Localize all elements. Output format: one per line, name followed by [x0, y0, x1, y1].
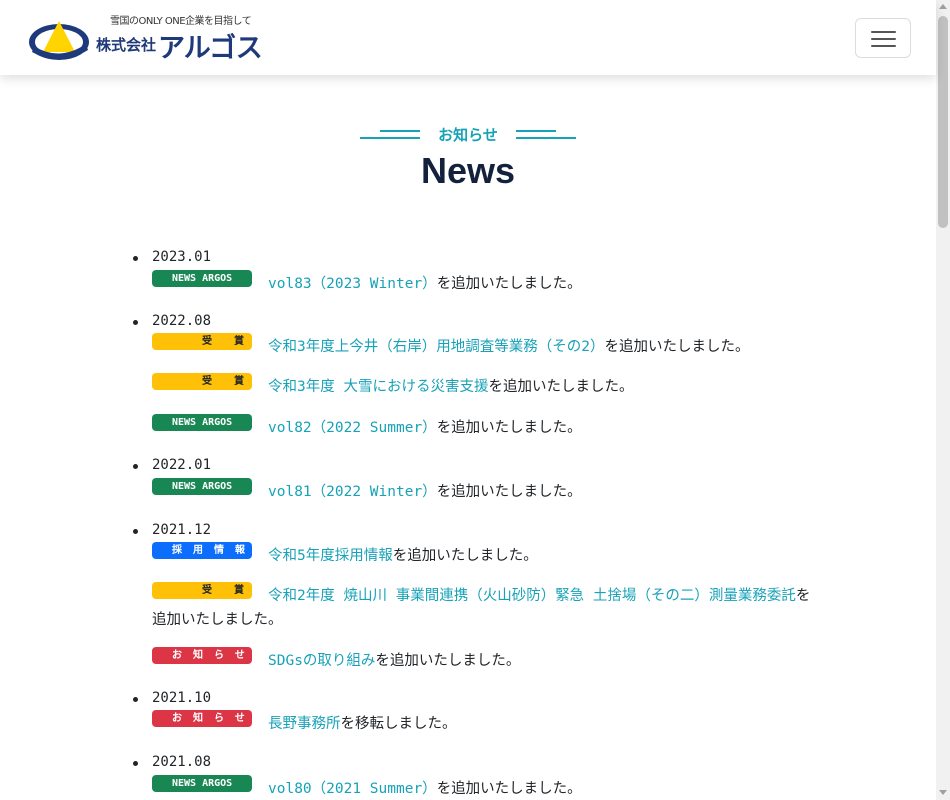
- scroll-down-arrow-icon[interactable]: [939, 790, 947, 795]
- news-link[interactable]: vol83（2023 Winter）: [268, 276, 437, 292]
- scroll-up-arrow-icon[interactable]: [939, 4, 947, 9]
- news-date: 2021.10: [132, 690, 212, 706]
- news-link[interactable]: 令和5年度採用情報: [268, 548, 393, 564]
- category-badge: 受賞: [152, 373, 252, 390]
- category-badge: NEWS ARGOS: [152, 270, 252, 287]
- logo-company: 株式会社: [96, 36, 157, 54]
- news-item: NEWS ARGOS vol82（2022 Summer）を追加いたしました。: [152, 414, 822, 440]
- news-link[interactable]: vol81（2022 Winter）: [268, 484, 437, 500]
- category-badge: 受賞: [152, 333, 252, 350]
- logo-brand: アルゴス: [158, 33, 263, 64]
- news-text: を追加いたしました。: [392, 548, 538, 564]
- news-text: を追加いたしました。: [488, 379, 634, 395]
- logo-mark-icon: [29, 21, 89, 60]
- news-text: を追加いたしました。: [436, 420, 582, 436]
- news-text: を移転しました。: [340, 716, 457, 732]
- navbar: 雪国のONLY ONE企業を目指して 株式会社 アルゴス: [0, 0, 936, 75]
- news-link[interactable]: 長野事務所: [268, 716, 341, 732]
- news-date: 2021.08: [132, 754, 212, 770]
- scrollbar-thumb[interactable]: [938, 16, 948, 228]
- site-logo[interactable]: 雪国のONLY ONE企業を目指して 株式会社 アルゴス: [28, 12, 273, 64]
- news-date: 2021.12: [132, 522, 212, 538]
- category-badge: NEWS ARGOS: [152, 775, 252, 792]
- news-text: を追加いたしました。: [375, 653, 521, 669]
- category-badge: お知らせ: [152, 647, 252, 664]
- news-link[interactable]: vol80（2021 Summer）: [268, 781, 437, 797]
- category-badge: お知らせ: [152, 710, 252, 727]
- section-subtitle: お知らせ: [438, 126, 498, 144]
- section-title: News: [420, 150, 516, 191]
- news-item: お知らせ 長野事務所を移転しました。: [152, 710, 822, 736]
- news-item: 受賞令和2年度 焼山川 事業間連携（火山砂防）緊急 土捨場（その二）測量業務委託…: [152, 582, 822, 632]
- news-date: 2022.01: [132, 457, 212, 473]
- news-item: 受賞令和3年度上今井（右岸）用地調査等業務（その2）を追加いたしました。: [152, 333, 822, 359]
- news-text: を追加いたしました。: [436, 484, 582, 500]
- news-link[interactable]: 令和2年度 焼山川 事業間連携（火山砂防）緊急 土捨場（その二）測量業務委託: [268, 588, 796, 604]
- news-link[interactable]: 令和3年度上今井（右岸）用地調査等業務（その2）: [268, 339, 604, 355]
- category-badge: NEWS ARGOS: [152, 414, 252, 431]
- news-item: お知らせ SDGsの取り組みを追加いたしました。: [152, 647, 822, 673]
- page-scrollbar[interactable]: [936, 0, 950, 800]
- news-date: 2023.01: [132, 249, 212, 265]
- news-item: NEWS ARGOS vol80（2021 Summer）を追加いたしました。: [152, 775, 822, 800]
- news-item: 採用情報 令和5年度採用情報を追加いたしました。: [152, 542, 822, 568]
- news-link[interactable]: 令和3年度 大雪における災害支援: [268, 379, 488, 395]
- news-item: 受賞令和3年度 大雪における災害支援を追加いたしました。: [152, 373, 822, 399]
- hamburger-icon: [871, 31, 896, 33]
- logo-tagline: 雪国のONLY ONE企業を目指して: [110, 16, 252, 27]
- news-link[interactable]: SDGsの取り組み: [268, 653, 375, 669]
- news-link[interactable]: vol82（2022 Summer）: [268, 420, 437, 436]
- news-text: を追加いたしました。: [604, 339, 750, 355]
- category-badge: 採用情報: [152, 542, 252, 559]
- news-item: NEWS ARGOS vol83（2023 Winter）を追加いたしました。: [152, 270, 822, 296]
- category-badge: 受賞: [152, 582, 252, 599]
- menu-toggle-button[interactable]: [855, 18, 911, 58]
- news-text: を追加いたしました。: [436, 781, 582, 797]
- news-item: NEWS ARGOS vol81（2022 Winter）を追加いたしました。: [152, 478, 822, 504]
- category-badge: NEWS ARGOS: [152, 478, 252, 495]
- news-date: 2022.08: [132, 313, 212, 329]
- news-text: を追加いたしました。: [436, 276, 582, 292]
